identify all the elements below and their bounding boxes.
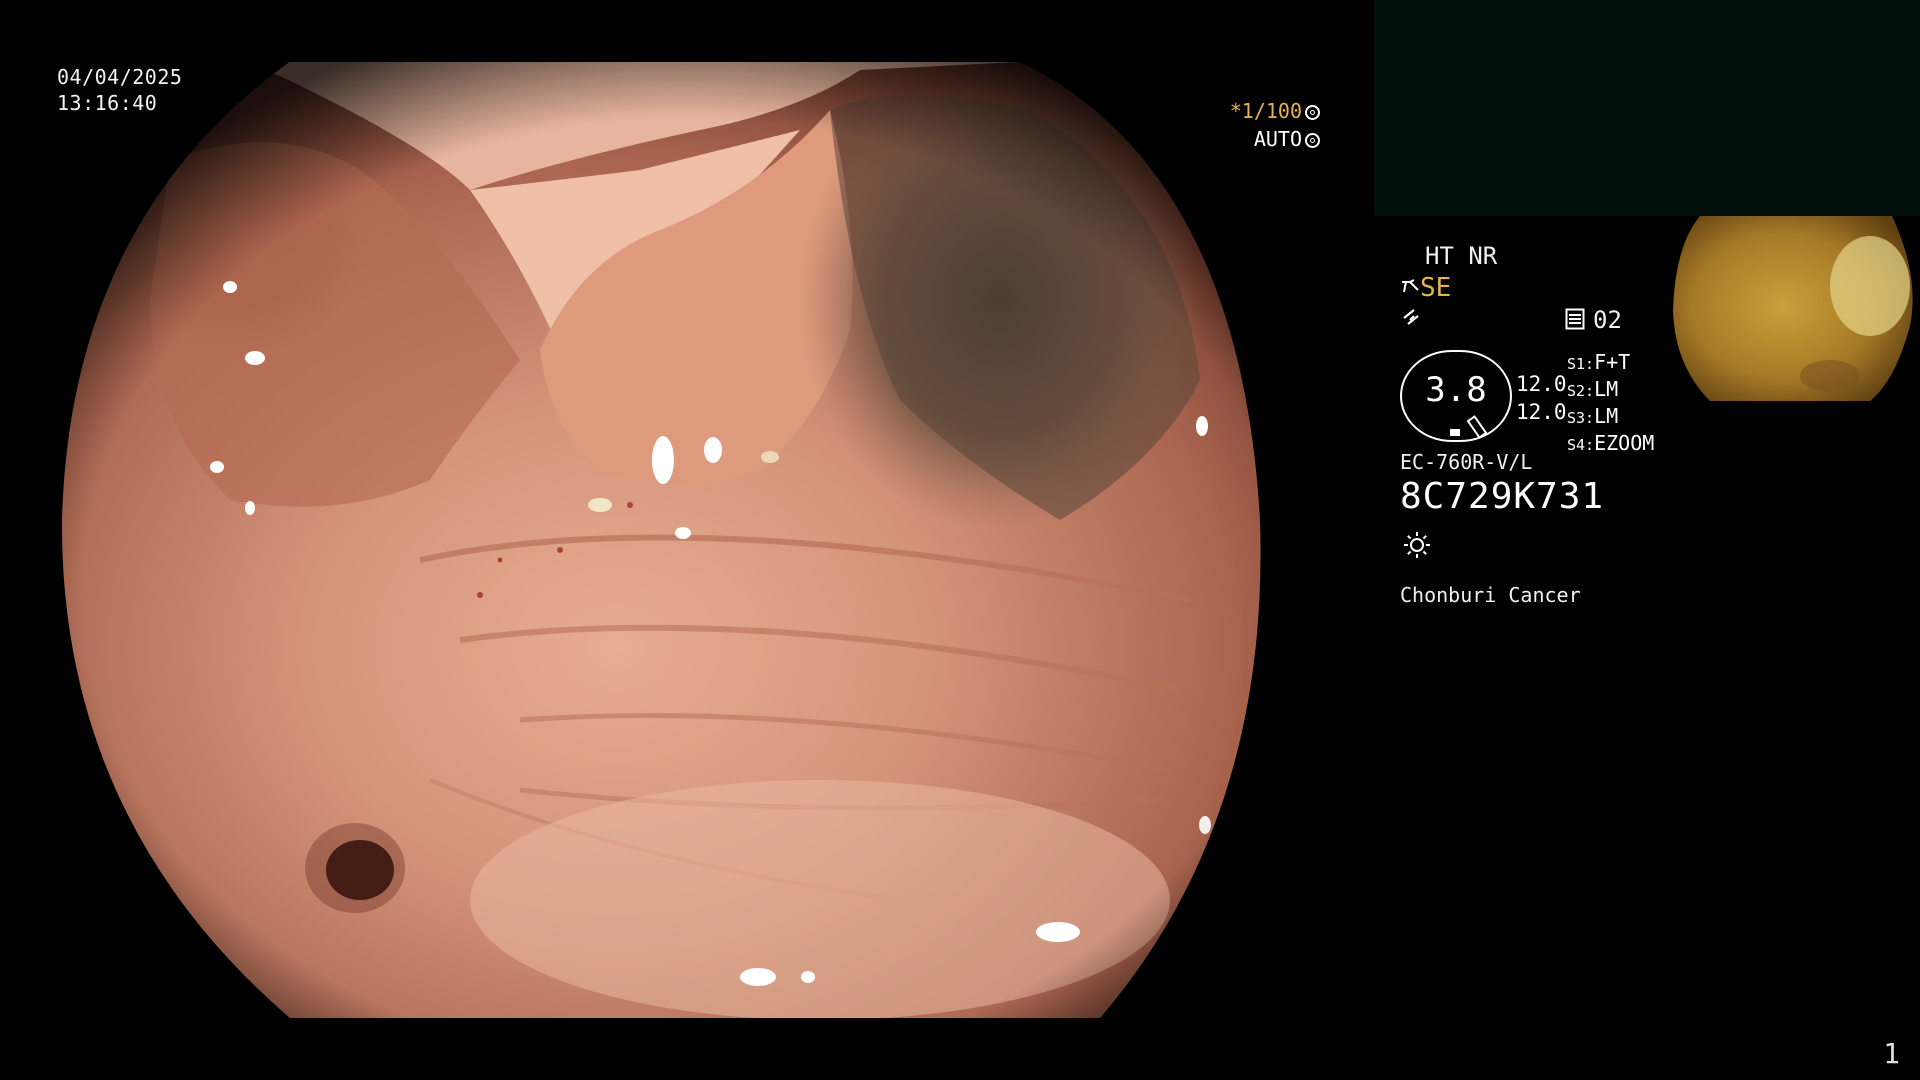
endoscope-main-view: 04/04/2025 13:16:40 *1/100 AUTO — [0, 0, 1370, 1080]
endoscopic-image — [61, 62, 1261, 1018]
switch-row: S3:LM — [1567, 404, 1619, 428]
sub-monitor-area — [1374, 0, 1920, 216]
serial-number: 8C729K731 — [1400, 476, 1605, 517]
lightning-icon — [1400, 306, 1422, 332]
switch-row: S2:LM — [1567, 377, 1619, 401]
memory-row: 02 — [1565, 306, 1622, 334]
aperture-icon — [1305, 105, 1320, 120]
scale-value-2: 12.0 — [1516, 400, 1567, 424]
gauge-value: 3.8 — [1425, 370, 1487, 410]
scissor-icon — [1400, 273, 1420, 303]
magnification-gauge: 3.8 — [1400, 350, 1512, 442]
institution-name: Chonburi Cancer — [1400, 583, 1581, 607]
enhancement-mode: SE — [1420, 273, 1452, 303]
switch-row: S1:F+T — [1567, 350, 1631, 374]
page-number: 1 — [1883, 1037, 1900, 1070]
scale-values: 12.0 12.0 — [1516, 370, 1567, 426]
exposure-mode: AUTO — [1253, 127, 1302, 151]
thumbnail-image — [1673, 216, 1913, 401]
thumbnail-preview[interactable] — [1670, 216, 1920, 416]
iris-icon — [1305, 133, 1320, 148]
exposure-info: *1/100 AUTO — [1180, 97, 1320, 153]
light-icon — [1403, 531, 1431, 563]
switch-row: S4:EZOOM — [1567, 431, 1655, 455]
date-text: 04/04/2025 — [57, 65, 183, 89]
enhancement-row: SE — [1400, 273, 1451, 303]
memory-label: 02 — [1593, 306, 1622, 334]
gauge-needle — [1466, 415, 1488, 439]
scale-value-1: 12.0 — [1516, 372, 1567, 396]
switch-settings: S1:F+T S2:LM S3:LM S4:EZOOM — [1567, 350, 1654, 458]
gauge-mark — [1450, 429, 1460, 436]
date-time-display: 04/04/2025 13:16:40 — [57, 64, 182, 116]
shutter-prefix: * — [1229, 99, 1242, 123]
memory-icon — [1565, 308, 1585, 334]
time-text: 13:16:40 — [57, 91, 158, 115]
shutter-speed: 1/100 — [1241, 99, 1302, 123]
scope-model: EC-760R-V/L — [1400, 450, 1533, 474]
mode-indicator: HT NR — [1425, 242, 1498, 270]
